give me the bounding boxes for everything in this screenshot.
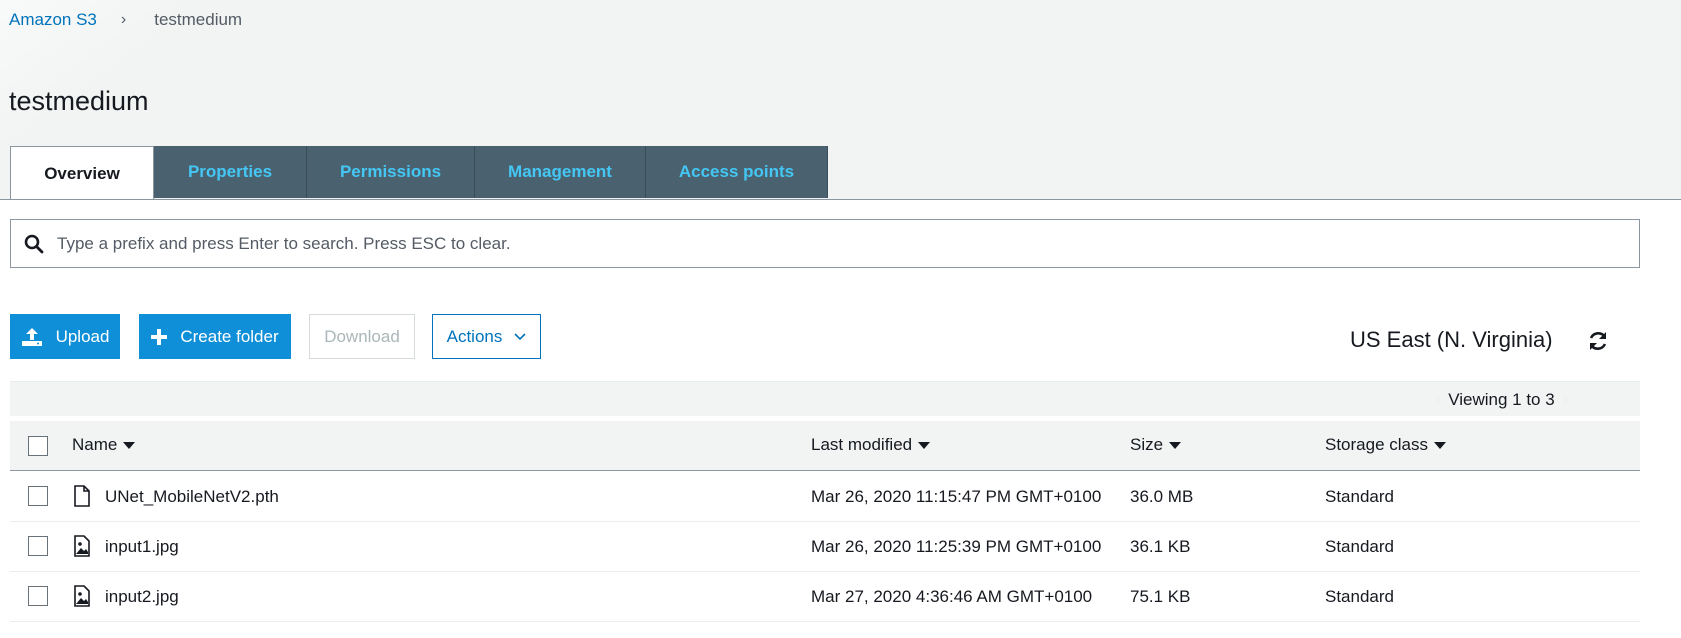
search-box xyxy=(10,219,1640,268)
tab-label: Overview xyxy=(44,163,120,183)
pagination-text: Viewing 1 to 3 xyxy=(1448,390,1555,409)
sort-caret-icon xyxy=(918,441,931,449)
object-last-modified: Mar 26, 2020 11:15:47 PM GMT+0100 xyxy=(811,487,1102,506)
image-file-icon xyxy=(72,535,92,557)
download-label: Download xyxy=(324,326,400,346)
tab-permissions[interactable]: Permissions xyxy=(307,146,475,198)
actions-dropdown-button[interactable]: Actions xyxy=(432,314,541,359)
table-row[interactable]: input2.jpg Mar 27, 2020 4:36:46 AM GMT+0… xyxy=(10,572,1640,622)
image-file-icon xyxy=(72,585,92,607)
tab-divider xyxy=(0,199,1681,200)
pagination-bar: ‹ Viewing 1 to 3 › xyxy=(10,381,1640,416)
table-row[interactable]: input1.jpg Mar 26, 2020 11:25:39 PM GMT+… xyxy=(10,522,1640,572)
tab-label: Permissions xyxy=(339,162,442,181)
plus-icon xyxy=(151,328,168,345)
object-last-modified: Mar 27, 2020 4:36:46 AM GMT+0100 xyxy=(811,587,1093,606)
tab-label: Properties xyxy=(187,162,273,181)
object-size: 75.1 KB xyxy=(1130,587,1191,606)
search-icon xyxy=(11,234,57,254)
tab-label: Access points xyxy=(678,162,795,181)
object-name-link[interactable]: UNet_MobileNetV2.pth xyxy=(105,487,279,507)
pagination: ‹ Viewing 1 to 3 › xyxy=(1427,390,1576,410)
tab-access-points[interactable]: Access points xyxy=(646,146,828,198)
actions-label: Actions xyxy=(446,326,503,346)
tab-overview[interactable]: Overview xyxy=(10,146,154,200)
page-title: testmedium xyxy=(9,86,149,116)
next-page-icon[interactable]: › xyxy=(1555,391,1576,409)
row-checkbox[interactable] xyxy=(28,586,48,606)
sort-caret-icon xyxy=(1434,441,1446,449)
row-checkbox[interactable] xyxy=(28,486,48,506)
file-icon xyxy=(72,485,92,507)
upload-label: Upload xyxy=(55,326,110,346)
column-label: Last modified xyxy=(811,435,913,454)
download-button[interactable]: Download xyxy=(309,314,415,359)
breadcrumb: Amazon S3 › testmedium xyxy=(9,9,242,31)
object-name-link[interactable]: input1.jpg xyxy=(105,537,179,557)
column-header-size[interactable]: Size xyxy=(1130,435,1182,455)
object-size: 36.1 KB xyxy=(1130,537,1191,556)
chevron-down-icon xyxy=(514,332,526,341)
column-header-last-modified[interactable]: Last modified xyxy=(811,435,931,455)
table-row[interactable]: UNet_MobileNetV2.pth Mar 26, 2020 11:15:… xyxy=(10,472,1640,522)
column-label: Size xyxy=(1130,435,1164,454)
sort-caret-icon xyxy=(1169,441,1182,449)
column-header-storage-class[interactable]: Storage class xyxy=(1325,435,1446,455)
create-folder-label: Create folder xyxy=(180,326,279,346)
upload-button[interactable]: Upload xyxy=(10,314,120,359)
object-name-link[interactable]: input2.jpg xyxy=(105,587,179,607)
upload-icon xyxy=(21,327,43,347)
object-storage-class: Standard xyxy=(1325,587,1394,606)
object-last-modified: Mar 26, 2020 11:25:39 PM GMT+0100 xyxy=(811,537,1102,556)
region-label: US East (N. Virginia) xyxy=(1350,327,1553,352)
search-input[interactable] xyxy=(57,233,1639,254)
create-folder-button[interactable]: Create folder xyxy=(139,314,291,359)
chevron-right-icon: › xyxy=(120,11,127,28)
object-storage-class: Standard xyxy=(1325,487,1394,506)
tab-properties[interactable]: Properties xyxy=(154,146,307,198)
column-header-name[interactable]: Name xyxy=(72,435,136,455)
tab-management[interactable]: Management xyxy=(475,146,646,198)
prev-page-icon[interactable]: ‹ xyxy=(1427,391,1448,409)
select-all-checkbox[interactable] xyxy=(28,436,48,456)
refresh-icon[interactable] xyxy=(1586,329,1610,353)
column-label: Storage class xyxy=(1325,435,1428,454)
tab-bar: Overview Properties Permissions Manageme… xyxy=(10,146,828,200)
object-storage-class: Standard xyxy=(1325,537,1394,556)
table-header: Name Last modified Size Storage class xyxy=(10,421,1640,471)
breadcrumb-current: testmedium xyxy=(154,10,243,29)
column-label: Name xyxy=(72,435,118,454)
sort-caret-icon xyxy=(123,441,136,449)
tab-label: Management xyxy=(508,162,612,181)
row-checkbox[interactable] xyxy=(28,536,48,556)
breadcrumb-amazon-s3-link[interactable]: Amazon S3 xyxy=(9,10,97,30)
object-size: 36.0 MB xyxy=(1130,487,1194,506)
